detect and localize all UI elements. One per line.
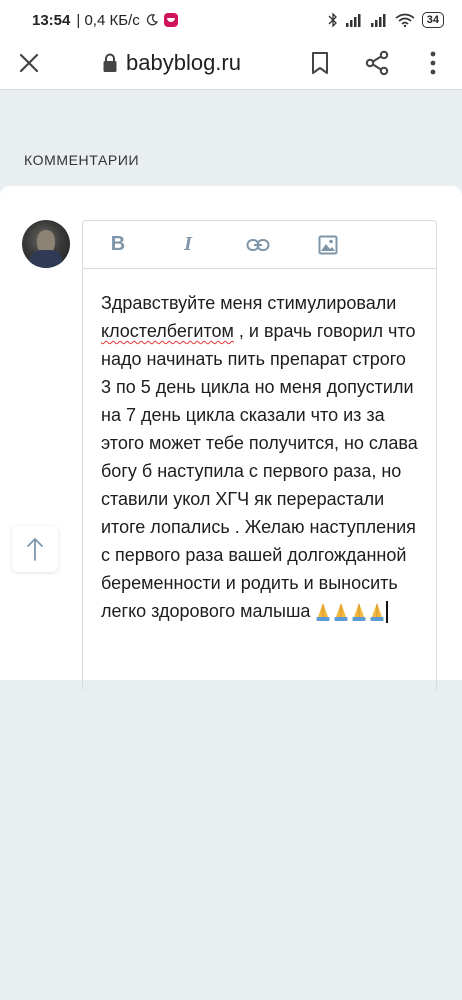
lock-icon	[103, 53, 117, 72]
spellcheck-misspelled-word: клостелбегитом	[101, 321, 234, 341]
bookmark-icon[interactable]	[310, 51, 330, 75]
text-caret	[386, 601, 388, 624]
link-icon	[246, 238, 270, 251]
battery-indicator: 34	[421, 12, 444, 28]
url-domain[interactable]: babyblog.ru	[126, 50, 241, 76]
user-avatar	[22, 220, 70, 268]
comment-editor[interactable]: B I Здравствуйте меня стимулировали клос…	[82, 220, 437, 690]
folded-hands-emoji-icon	[334, 603, 348, 622]
scroll-to-top-button[interactable]	[12, 526, 58, 572]
folded-hands-emoji-icon	[316, 603, 330, 622]
more-menu-icon[interactable]	[428, 50, 438, 76]
bold-button[interactable]: B	[83, 221, 153, 269]
status-bar: 13:54 | 0,4 КБ/с 34	[0, 0, 462, 40]
comment-text-rest: , и врачь говорил что надо начинать пить…	[101, 321, 418, 621]
bluetooth-icon	[328, 12, 337, 28]
comment-form-panel: B I Здравствуйте меня стимулировали клос…	[0, 186, 462, 690]
folded-hands-emoji-icon	[370, 603, 384, 622]
comments-section-title: КОММЕНТАРИИ	[24, 152, 140, 168]
share-icon[interactable]	[364, 50, 390, 76]
network-speed: | 0,4 КБ/с	[76, 11, 140, 29]
italic-button[interactable]: I	[153, 221, 223, 269]
editor-toolbar: B I	[83, 221, 436, 269]
signal-strength-icon	[345, 14, 361, 27]
arrow-up-icon	[27, 538, 43, 561]
app-notification-icon	[163, 13, 178, 27]
folded-hands-emoji-icon	[352, 603, 366, 622]
link-button[interactable]	[223, 221, 293, 269]
status-time: 13:54	[32, 11, 71, 29]
wifi-icon	[395, 13, 415, 27]
browser-url-bar: babyblog.ru	[0, 40, 462, 90]
comment-text-start: Здравствуйте меня стимулировали	[101, 293, 397, 313]
signal-strength-2-icon	[370, 14, 386, 27]
do-not-disturb-moon-icon	[146, 14, 158, 26]
image-button[interactable]	[293, 221, 363, 269]
emoji-group	[315, 602, 385, 622]
image-icon	[318, 235, 338, 254]
close-icon[interactable]	[18, 52, 40, 74]
comment-text[interactable]: Здравствуйте меня стимулировали клостелб…	[83, 269, 436, 625]
